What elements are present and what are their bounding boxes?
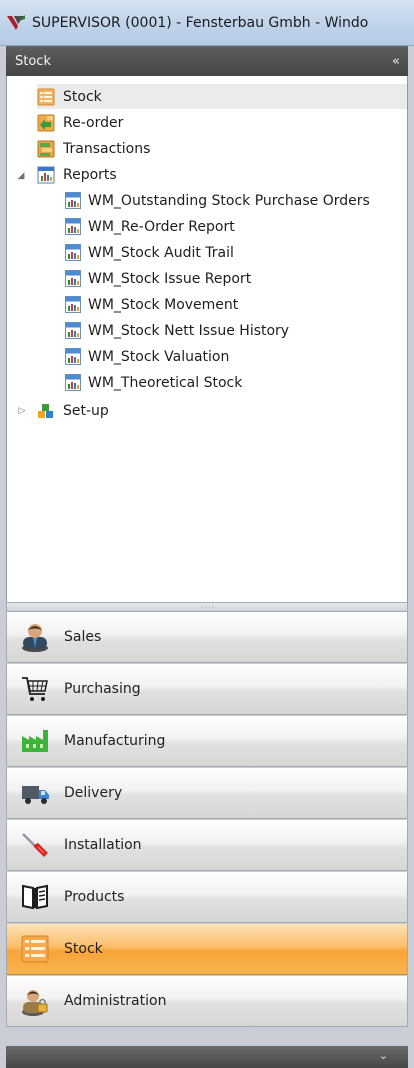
report-label: WM_Stock Issue Report — [88, 270, 252, 287]
tree-item-reorder[interactable]: Re-order — [37, 110, 123, 135]
reports-icon — [37, 166, 55, 183]
report-label: WM_Theoretical Stock — [88, 374, 243, 391]
chevron-down-icon[interactable]: ⌄ — [379, 1049, 388, 1062]
nav-label: Products — [64, 889, 125, 905]
expand-setup-icon[interactable]: ▷ — [17, 406, 27, 416]
tree-item-label: Transactions — [63, 140, 151, 157]
report-label: WM_Stock Valuation — [88, 348, 230, 365]
report-document-icon — [65, 218, 81, 235]
tree-item-report[interactable]: WM_Stock Audit Trail — [65, 240, 234, 265]
tree-item-label: Set-up — [63, 402, 109, 419]
tree-item-report[interactable]: WM_Stock Valuation — [65, 344, 229, 369]
tree-item-report[interactable]: WM_Stock Movement — [65, 292, 238, 317]
navigation-tree: Stock Re-order Transactions ◢ Reports WM… — [6, 76, 408, 602]
nav-button-purchasing[interactable]: Purchasing — [6, 664, 408, 715]
tree-item-transactions[interactable]: Transactions — [37, 136, 150, 161]
splitter-grip-icon: ···· — [201, 603, 216, 612]
nav-button-delivery[interactable]: Delivery — [6, 768, 408, 819]
tree-item-stock[interactable]: Stock — [37, 84, 407, 109]
report-label: WM_Stock Audit Trail — [88, 244, 234, 261]
report-label: WM_Stock Nett Issue History — [88, 322, 290, 339]
stock-checklist-icon — [21, 935, 49, 963]
tree-item-report[interactable]: WM_Stock Nett Issue History — [65, 318, 289, 343]
transactions-icon — [37, 140, 55, 157]
tree-item-report[interactable]: WM_Stock Issue Report — [65, 266, 251, 291]
collapse-pane-icon[interactable]: « — [392, 54, 400, 69]
nav-label: Installation — [64, 837, 142, 853]
nav-button-installation[interactable]: Installation — [6, 820, 408, 871]
tree-item-reports[interactable]: Reports — [37, 162, 117, 187]
tree-item-setup[interactable]: Set-up — [37, 398, 109, 423]
tree-item-label: Reports — [63, 166, 117, 183]
screwdriver-icon — [22, 833, 48, 857]
tree-item-report[interactable]: WM_Outstanding Stock Purchase Orders — [65, 188, 370, 213]
delivery-truck-icon — [22, 786, 49, 804]
tree-item-label: Stock — [63, 88, 102, 105]
nav-button-products[interactable]: Products — [6, 872, 408, 923]
nav-label: Purchasing — [64, 681, 141, 697]
report-document-icon — [65, 244, 81, 261]
app-logo-icon — [7, 14, 25, 30]
report-document-icon — [65, 270, 81, 287]
nav-label: Manufacturing — [64, 733, 166, 749]
report-document-icon — [65, 348, 81, 365]
report-label: WM_Stock Movement — [88, 296, 239, 313]
reorder-icon — [37, 114, 55, 131]
panel-splitter[interactable]: ···· — [6, 602, 408, 612]
nav-button-manufacturing[interactable]: Manufacturing — [6, 716, 408, 767]
nav-label: Delivery — [64, 785, 123, 801]
expand-collapse-reports-icon[interactable]: ◢ — [16, 171, 26, 181]
sales-person-icon — [22, 624, 48, 652]
nav-button-administration[interactable]: Administration — [6, 976, 408, 1027]
tree-item-report[interactable]: WM_Re-Order Report — [65, 214, 235, 239]
navigation-overflow-bar: ⌄ — [6, 1046, 408, 1068]
setup-icon — [38, 403, 53, 418]
factory-icon — [22, 730, 48, 752]
pane-header: Stock « — [6, 46, 408, 76]
report-label: WM_Re-Order Report — [88, 218, 235, 235]
tree-item-report[interactable]: WM_Theoretical Stock — [65, 370, 242, 395]
report-document-icon — [65, 192, 81, 209]
window-title-bar: SUPERVISOR (0001) - Fensterbau Gmbh - Wi… — [0, 0, 414, 46]
nav-label: Sales — [64, 629, 102, 645]
products-book-icon — [22, 884, 48, 910]
stock-list-icon — [37, 88, 55, 105]
nav-label: Administration — [64, 993, 167, 1009]
pane-title: Stock — [15, 53, 51, 69]
window-title: SUPERVISOR (0001) - Fensterbau Gmbh - Wi… — [32, 14, 369, 31]
report-document-icon — [65, 322, 81, 339]
shopping-cart-icon — [22, 677, 48, 701]
nav-button-stock[interactable]: Stock — [6, 924, 408, 975]
report-document-icon — [65, 296, 81, 313]
tree-item-label: Re-order — [63, 114, 124, 131]
nav-label: Stock — [64, 941, 103, 957]
report-document-icon — [65, 374, 81, 391]
administrator-icon — [22, 990, 48, 1016]
nav-button-sales[interactable]: Sales — [6, 612, 408, 663]
application-frame: SUPERVISOR (0001) - Fensterbau Gmbh - Wi… — [0, 0, 414, 1068]
report-label: WM_Outstanding Stock Purchase Orders — [88, 192, 370, 209]
